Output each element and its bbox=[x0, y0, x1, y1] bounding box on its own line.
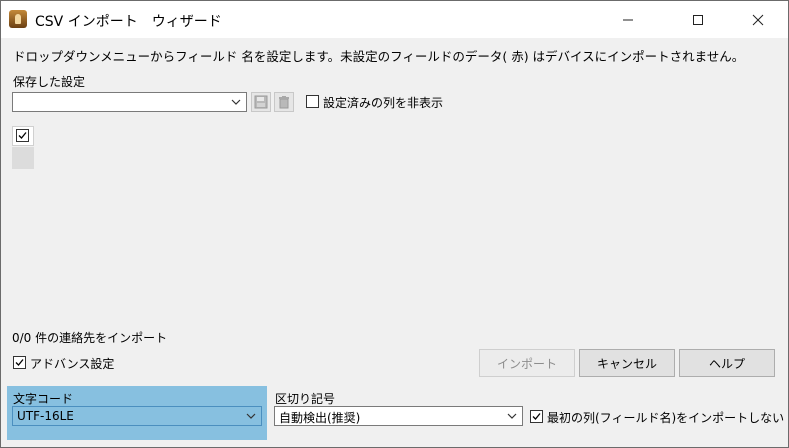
cancel-button[interactable]: キャンセル bbox=[579, 349, 675, 377]
skip-first-row-checkbox[interactable] bbox=[530, 410, 543, 423]
delimiter-dropdown[interactable]: 自動検出(推奨) bbox=[274, 406, 523, 426]
delete-settings-button[interactable] bbox=[274, 92, 294, 112]
trash-icon bbox=[279, 96, 289, 109]
chevron-down-icon bbox=[244, 409, 258, 423]
advanced-settings-checkbox[interactable] bbox=[13, 356, 26, 369]
close-button[interactable] bbox=[735, 1, 781, 38]
help-button[interactable]: ヘルプ bbox=[679, 349, 775, 377]
import-button[interactable]: インポート bbox=[479, 349, 575, 377]
close-icon bbox=[752, 14, 764, 25]
advanced-settings-label: アドバンス設定 bbox=[30, 357, 115, 371]
import-count-text: 0/0 件の連絡先をインポート bbox=[12, 331, 168, 345]
chevron-down-icon bbox=[505, 409, 519, 423]
checkmark-icon bbox=[15, 359, 24, 366]
saved-settings-label: 保存した設定 bbox=[13, 75, 86, 89]
encoding-panel: 文字コード UTF-16LE bbox=[7, 386, 267, 440]
skip-first-row-label: 最初の列(フィールド名)をインポートしない bbox=[547, 411, 785, 425]
grid-header-cell bbox=[12, 126, 34, 146]
delimiter-label: 区切り記号 bbox=[275, 392, 336, 406]
delimiter-value: 自動検出(推奨) bbox=[279, 411, 361, 425]
encoding-value: UTF-16LE bbox=[17, 409, 74, 423]
minimize-icon bbox=[623, 19, 633, 20]
hide-set-columns-checkbox[interactable] bbox=[306, 95, 319, 108]
instruction-text: ドロップダウンメニューからフィールド 名を設定します。未設定のフィールドのデータ… bbox=[13, 49, 745, 64]
maximize-button[interactable] bbox=[675, 1, 721, 38]
app-icon bbox=[9, 10, 27, 28]
hide-set-columns-label: 設定済みの列を非表示 bbox=[323, 96, 444, 110]
checkmark-icon bbox=[18, 132, 27, 139]
saved-settings-dropdown[interactable] bbox=[12, 92, 247, 112]
encoding-label: 文字コード bbox=[13, 392, 74, 406]
window-title: CSV インポート ウィザード bbox=[35, 14, 222, 30]
encoding-dropdown[interactable]: UTF-16LE bbox=[12, 406, 262, 426]
maximize-icon bbox=[693, 14, 703, 25]
grid-select-all-checkbox[interactable] bbox=[16, 129, 29, 142]
minimize-button[interactable] bbox=[605, 1, 651, 38]
floppy-disk-icon bbox=[254, 95, 268, 109]
title-bar: CSV インポート ウィザード bbox=[1, 1, 788, 38]
grid-row-cell bbox=[12, 147, 34, 169]
save-settings-button[interactable] bbox=[251, 92, 271, 112]
checkmark-icon bbox=[532, 413, 541, 420]
chevron-down-icon bbox=[229, 95, 243, 109]
csv-import-wizard-window: CSV インポート ウィザード ドロップダウンメニューからフィールド 名を設定し… bbox=[0, 0, 789, 448]
